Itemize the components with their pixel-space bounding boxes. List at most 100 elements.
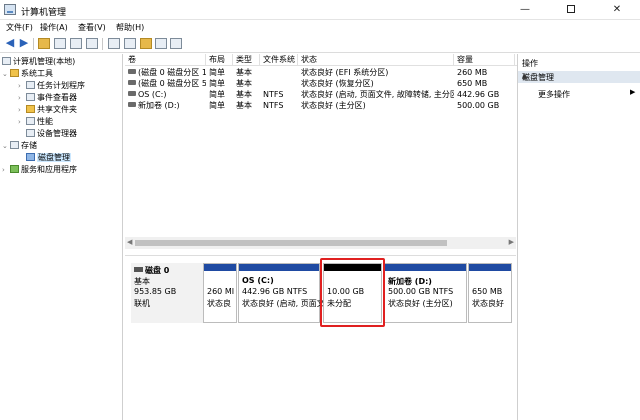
table-cell-type: 基本 xyxy=(236,101,252,110)
check-icon[interactable] xyxy=(124,38,136,49)
expand-icon[interactable]: › xyxy=(2,164,10,176)
table-cell-type: 基本 xyxy=(236,68,252,77)
tree-item-disk-management[interactable]: 磁盘管理 xyxy=(26,152,71,164)
partition-recovery[interactable]: 650 MB 状态良好 xyxy=(468,263,512,323)
search-icon[interactable] xyxy=(155,38,167,49)
expand-icon[interactable]: › xyxy=(18,104,26,116)
tree-item-services-apps[interactable]: › 服务和应用程序 xyxy=(2,164,77,176)
services-icon xyxy=(10,165,19,173)
partition-d[interactable]: 新加卷 (D:) 500.00 GB NTFS 状态良好 (主分区) xyxy=(384,263,467,323)
computer-icon xyxy=(2,57,11,65)
table-cell-capacity: 260 MB xyxy=(457,68,488,77)
tree-label: 事件查看器 xyxy=(37,93,77,102)
table-cell-filesystem: NTFS xyxy=(263,90,284,99)
menu-action[interactable]: 操作(A) xyxy=(40,22,68,33)
menu-bar: 文件(F) 操作(A) 查看(V) 帮助(H) xyxy=(0,20,640,35)
toolbar-separator xyxy=(102,38,103,50)
device-manager-icon xyxy=(26,129,35,137)
tree-item-shared-folders[interactable]: › 共享文件夹 xyxy=(18,104,77,116)
help-icon[interactable] xyxy=(86,38,98,49)
tree-item-event-viewer[interactable]: › 事件查看器 xyxy=(18,92,77,104)
tree-item-storage[interactable]: ⌄ 存储 xyxy=(2,140,37,152)
column-header-filesystem[interactable]: 文件系统 xyxy=(260,54,298,66)
menu-view[interactable]: 查看(V) xyxy=(78,22,106,33)
partition-size: 500.00 GB NTFS xyxy=(388,287,454,296)
disk-icon xyxy=(134,267,143,272)
scrollbar-thumb[interactable] xyxy=(135,240,447,246)
tree-item-root[interactable]: 计算机管理(本地) xyxy=(2,56,75,68)
partition-status: 状态良好 xyxy=(472,299,504,308)
cell-text: (磁盘 0 磁盘分区 1) xyxy=(138,68,206,77)
partition-name: 新加卷 (D:) xyxy=(388,277,432,286)
tree-item-performance[interactable]: › 性能 xyxy=(18,116,53,128)
table-cell-volume[interactable]: OS (C:) xyxy=(125,90,206,100)
toolbar-separator xyxy=(33,38,34,50)
scroll-right-icon[interactable]: ▶ xyxy=(509,238,514,246)
column-header-type[interactable]: 类型 xyxy=(233,54,260,66)
expand-icon[interactable]: › xyxy=(18,80,26,92)
table-cell-layout: 简单 xyxy=(209,79,225,88)
table-cell-volume[interactable]: (磁盘 0 磁盘分区 5) xyxy=(125,79,206,89)
tree-item-system-tools[interactable]: ⌄ 系统工具 xyxy=(2,68,53,80)
menu-file[interactable]: 文件(F) xyxy=(6,22,33,33)
connect-icon[interactable] xyxy=(108,38,120,49)
expand-icon[interactable]: › xyxy=(18,92,26,104)
properties-icon[interactable] xyxy=(70,38,82,49)
cell-text: OS (C:) xyxy=(138,90,167,99)
partition-status: 状态良好 (启动, 页面文 xyxy=(242,299,325,308)
tools-icon xyxy=(10,69,19,77)
actions-section-disk-management[interactable]: 磁盘管理 ▲ xyxy=(518,71,640,83)
expand-icon[interactable]: › xyxy=(18,116,26,128)
column-header-layout[interactable]: 布局 xyxy=(206,54,233,66)
partition-size: 442.96 GB NTFS xyxy=(242,287,308,296)
volume-icon xyxy=(128,102,136,107)
show-hide-tree-icon[interactable] xyxy=(54,38,66,49)
table-cell-status: 状态良好 (恢复分区) xyxy=(301,79,374,88)
disk-type: 基本 xyxy=(134,277,150,286)
partition-name: OS (C:) xyxy=(242,276,274,285)
table-cell-status: 状态良好 (EFI 系统分区) xyxy=(301,68,389,77)
window-title: 计算机管理 xyxy=(21,8,67,18)
table-cell-layout: 简单 xyxy=(209,90,225,99)
table-cell-volume[interactable]: (磁盘 0 磁盘分区 1) xyxy=(125,68,206,78)
up-folder-icon[interactable] xyxy=(38,38,50,49)
column-header-status[interactable]: 状态 xyxy=(298,54,454,66)
back-arrow-icon[interactable]: ◀ xyxy=(4,37,16,49)
partition-bar xyxy=(239,264,319,271)
maximize-button[interactable] xyxy=(548,0,594,20)
tree-label: 共享文件夹 xyxy=(37,105,77,114)
cell-text: (磁盘 0 磁盘分区 5) xyxy=(138,79,206,88)
submenu-arrow-icon[interactable]: ▶ xyxy=(630,88,635,96)
title-bar: 计算机管理 — ✕ xyxy=(0,0,640,20)
horizontal-scrollbar[interactable]: ◀ ▶ xyxy=(125,237,516,249)
menu-help[interactable]: 帮助(H) xyxy=(116,22,144,33)
open-icon[interactable] xyxy=(140,38,152,49)
volume-icon xyxy=(128,80,136,85)
partition-c[interactable]: OS (C:) 442.96 GB NTFS 状态良好 (启动, 页面文 xyxy=(238,263,325,323)
tree-item-device-manager[interactable]: 设备管理器 xyxy=(26,128,77,140)
view-icon[interactable] xyxy=(170,38,182,49)
collapse-icon[interactable]: ⌄ xyxy=(2,140,10,152)
table-cell-layout: 简单 xyxy=(209,68,225,77)
tree-item-task-scheduler[interactable]: › 任务计划程序 xyxy=(18,80,85,92)
minimize-button[interactable]: — xyxy=(502,0,548,20)
partition-status: 状态良好 (主分区) xyxy=(388,299,453,308)
collapse-icon[interactable]: ⌄ xyxy=(2,68,10,80)
column-header-volume[interactable]: 卷 xyxy=(125,54,206,66)
toolbar: ◀ ▶ xyxy=(0,35,640,53)
more-actions-link[interactable]: 更多操作 xyxy=(538,89,570,100)
cell-text: 新加卷 (D:) xyxy=(138,101,180,110)
scroll-left-icon[interactable]: ◀ xyxy=(127,238,132,246)
forward-arrow-icon[interactable]: ▶ xyxy=(18,37,30,49)
column-header-capacity[interactable]: 容量 xyxy=(454,54,515,66)
disk-management-icon xyxy=(26,153,35,161)
actions-title: 操作 xyxy=(522,59,538,68)
disk-info[interactable]: 磁盘 0 基本 953.85 GB 联机 xyxy=(131,263,203,323)
collapse-up-icon[interactable]: ▲ xyxy=(522,72,637,80)
computer-management-icon xyxy=(4,4,16,15)
tree-label: 计算机管理(本地) xyxy=(13,57,76,66)
table-cell-volume[interactable]: 新加卷 (D:) xyxy=(125,101,206,111)
close-button[interactable]: ✕ xyxy=(594,0,640,20)
event-viewer-icon xyxy=(26,93,35,101)
partition-efi[interactable]: 260 MI 状态良 xyxy=(203,263,237,323)
